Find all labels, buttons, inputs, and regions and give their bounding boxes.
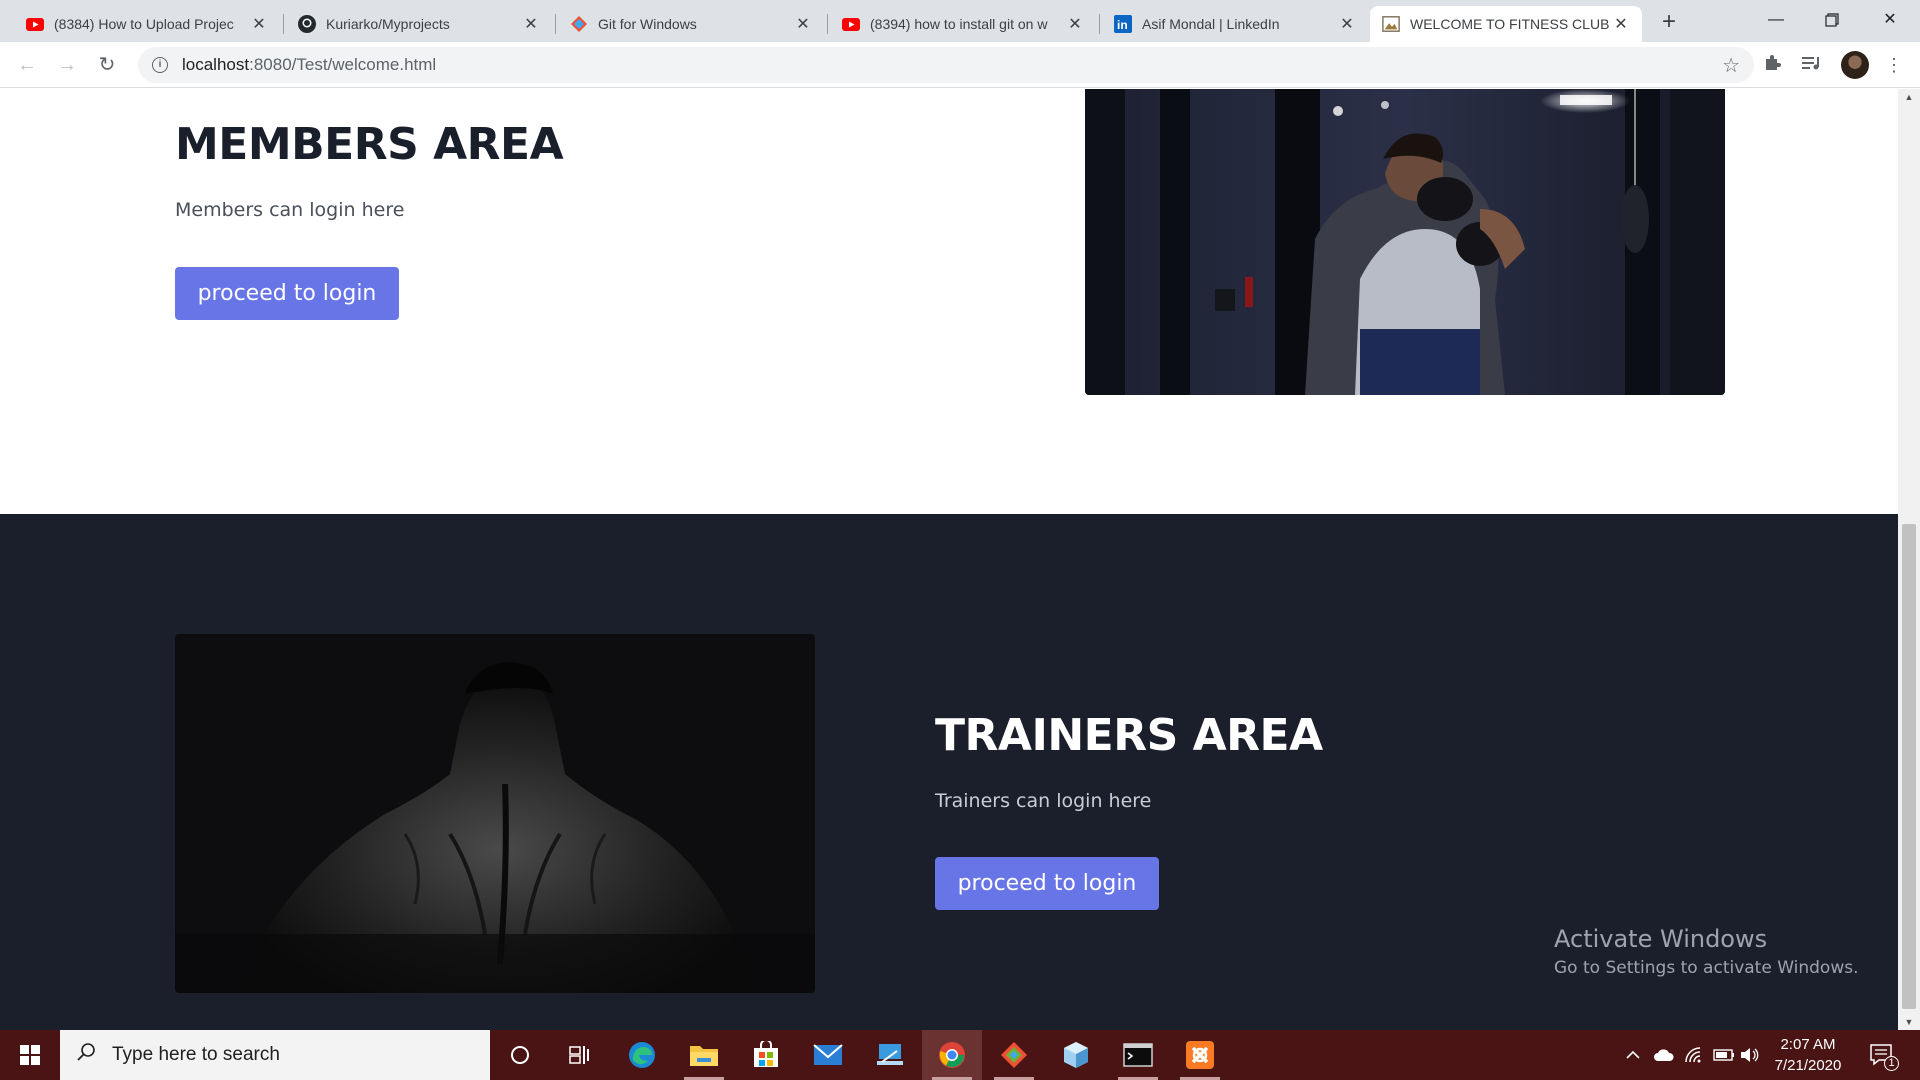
git-icon [570,15,588,33]
activate-windows-subtitle: Go to Settings to activate Windows. [1554,958,1859,978]
tab-title: (8384) How to Upload Projec [54,16,234,32]
trainers-heading: TRAINERS AREA [935,710,1323,761]
members-section: MEMBERS AREA Members can login here proc… [0,89,1898,514]
show-hidden-icons-chevron-icon[interactable] [1620,1030,1646,1080]
chrome-icon[interactable] [922,1030,982,1080]
linkedin-icon: in [1114,15,1132,33]
url-host: localhost [182,55,250,74]
mail-icon[interactable] [798,1030,858,1080]
github-icon [298,15,316,33]
activate-windows-title: Activate Windows [1554,925,1768,953]
trainers-description: Trainers can login here [935,790,1152,812]
scrollbar-thumb[interactable] [1902,524,1916,1009]
muscular-back-photo [175,634,815,993]
tab-divider [555,14,556,34]
git-icon[interactable] [984,1030,1044,1080]
youtube-icon [26,15,44,33]
profile-avatar[interactable] [1841,51,1869,79]
tab-divider [1099,14,1100,34]
store-icon[interactable] [736,1030,796,1080]
volume-icon[interactable] [1738,1030,1762,1080]
address-bar[interactable]: i localhost:8080/Test/welcome.html ☆ [138,47,1754,83]
tab-title: Kuriarko/Myprojects [326,16,450,32]
new-tab-button[interactable]: + [1655,9,1683,37]
forward-button[interactable]: → [52,50,82,80]
close-icon[interactable]: ✕ [1066,14,1084,34]
browser-tab-strip: (8384) How to Upload Projec ✕ Kuriarko/M… [0,0,1920,42]
media-queue-icon[interactable] [1800,53,1824,77]
battery-icon[interactable] [1710,1030,1738,1080]
members-description: Members can login here [175,199,405,221]
cortana-icon[interactable] [490,1030,550,1080]
close-icon[interactable]: ✕ [1338,14,1356,34]
xampp-icon[interactable] [1170,1030,1230,1080]
search-placeholder: Type here to search [112,1044,280,1065]
menu-kebab-icon[interactable]: ⋮ [1882,53,1906,77]
edge-icon[interactable] [612,1030,672,1080]
browser-toolbar: ← → ↻ i localhost:8080/Test/welcome.html… [0,42,1920,88]
close-icon[interactable]: ✕ [522,14,540,34]
members-login-button[interactable]: proceed to login [175,267,399,320]
back-button[interactable]: ← [12,50,42,80]
svg-text:in: in [1117,18,1128,32]
windows-logo-icon [20,1045,40,1065]
clock-date: 7/21/2020 [1774,1057,1842,1074]
terminal-icon[interactable] [1108,1030,1168,1080]
close-icon[interactable]: ✕ [250,14,268,34]
tab-divider [827,14,828,34]
close-icon[interactable]: ✕ [1612,14,1630,34]
clock-time: 2:07 AM [1780,1036,1836,1053]
minimize-button[interactable]: — [1748,0,1804,42]
url-path: :8080/Test/welcome.html [249,55,437,74]
taskbar-search-box[interactable]: Type here to search [60,1030,490,1080]
tab-github[interactable]: Kuriarko/Myprojects ✕ [286,6,552,42]
members-heading: MEMBERS AREA [175,119,564,170]
trainers-login-button[interactable]: proceed to login [935,857,1159,910]
tab-title: WELCOME TO FITNESS CLUB [1410,16,1610,32]
tab-title: Asif Mondal | LinkedIn [1142,16,1280,32]
reload-button[interactable]: ↻ [92,50,122,80]
file-explorer-icon[interactable] [674,1030,734,1080]
windows-taskbar: Type here to search 2:07 AM 7/21/2020 1 [0,1030,1920,1080]
remote-desktop-icon[interactable] [860,1030,920,1080]
scroll-up-arrow-icon[interactable]: ▲ [1898,89,1920,105]
tab-youtube-install-git[interactable]: (8394) how to install git on w ✕ [830,6,1096,42]
virtualbox-icon[interactable] [1046,1030,1106,1080]
page-scrollbar[interactable]: ▲ ▼ [1898,89,1920,1030]
page-image-icon [1382,15,1400,33]
extensions-puzzle-icon[interactable] [1760,53,1784,77]
tab-linkedin[interactable]: in Asif Mondal | LinkedIn ✕ [1102,6,1368,42]
search-icon [76,1042,96,1068]
wifi-icon[interactable] [1680,1030,1708,1080]
page-viewport: MEMBERS AREA Members can login here proc… [0,89,1898,1030]
boxer-training-photo [1085,89,1725,395]
close-window-button[interactable]: ✕ [1862,0,1918,42]
tab-git-for-windows[interactable]: Git for Windows ✕ [558,6,824,42]
taskbar-clock[interactable]: 2:07 AM 7/21/2020 [1760,1034,1856,1076]
info-icon[interactable]: i [152,57,168,73]
tab-title: Git for Windows [598,16,697,32]
task-view-icon[interactable] [550,1030,610,1080]
youtube-icon [842,15,860,33]
bookmark-star-icon[interactable]: ☆ [1722,53,1740,78]
start-button[interactable] [0,1030,60,1080]
tab-title: (8394) how to install git on w [870,16,1048,32]
scroll-down-arrow-icon[interactable]: ▼ [1898,1014,1920,1030]
restore-button[interactable] [1804,0,1860,42]
notification-center-icon[interactable]: 1 [1860,1030,1904,1080]
onedrive-cloud-icon[interactable] [1650,1030,1678,1080]
tab-divider [283,14,284,34]
close-icon[interactable]: ✕ [794,14,812,34]
tab-youtube-upload[interactable]: (8384) How to Upload Projec ✕ [14,6,280,42]
tab-fitness-club[interactable]: WELCOME TO FITNESS CLUB ✕ [1370,6,1642,42]
notification-count-badge: 1 [1884,1056,1899,1071]
